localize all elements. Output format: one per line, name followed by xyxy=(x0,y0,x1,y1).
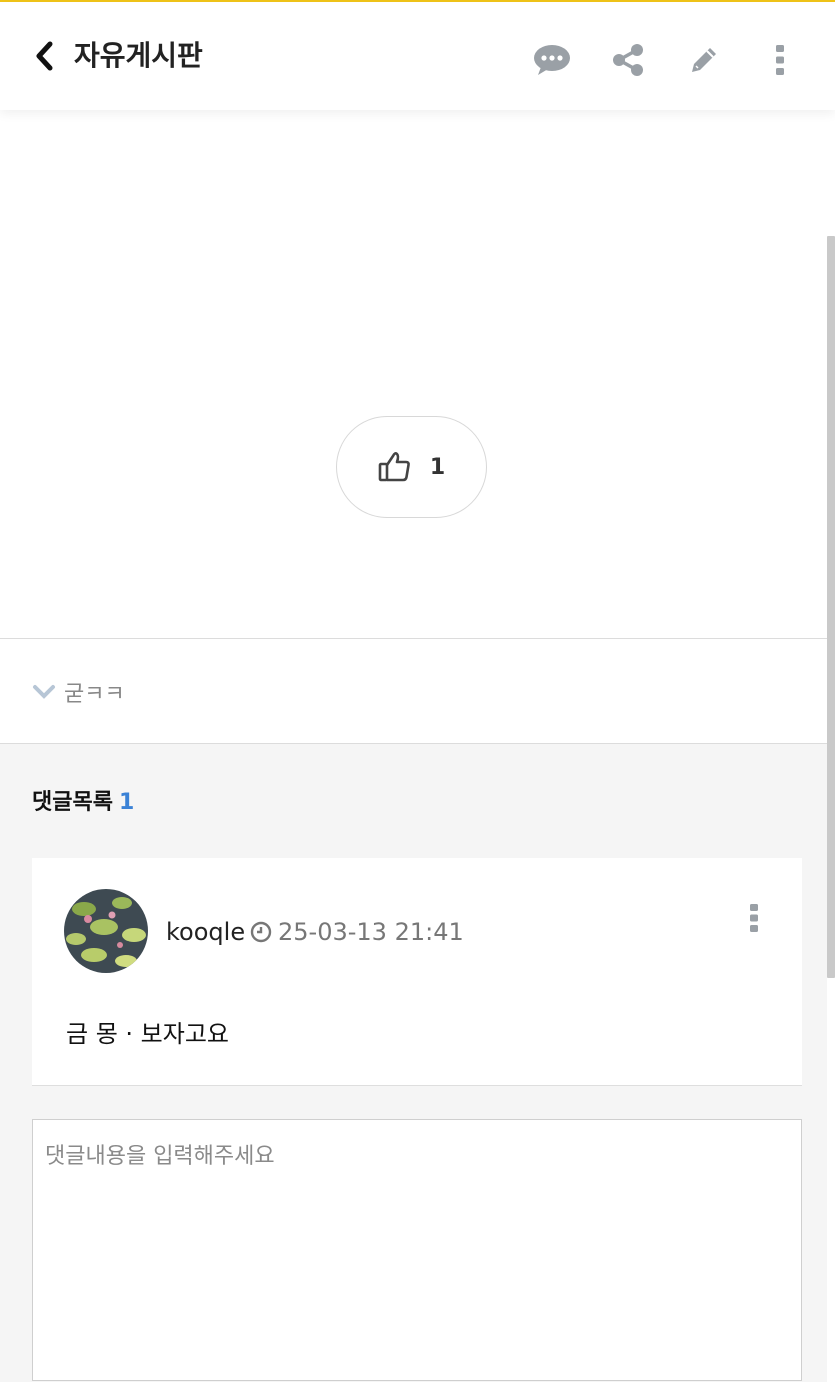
comment-date: 25-03-13 21:41 xyxy=(278,918,464,946)
lily-pond-avatar xyxy=(64,889,148,973)
more-vertical-icon xyxy=(776,45,784,75)
back-chevron-icon xyxy=(36,41,53,71)
avatar[interactable] xyxy=(64,889,148,973)
chevron-down-icon xyxy=(33,685,55,699)
comment-item: kooqle 25-03-13 21:41 금 몽 · 보자고요 xyxy=(32,858,802,1086)
comment-section: 댓글목록 1 kooqle 25-03-13 21:41 금 몽 · 보자고요 … xyxy=(0,743,827,1382)
thumbs-up-icon xyxy=(378,452,410,482)
comment-text: 금 몽 · 보자고요 xyxy=(66,1020,229,1048)
page-title: 자유게시판 xyxy=(74,39,203,72)
back-button[interactable] xyxy=(28,36,60,76)
comment-input[interactable] xyxy=(32,1119,802,1381)
comment-button[interactable] xyxy=(530,38,574,82)
like-count: 1 xyxy=(429,454,446,480)
clock-icon xyxy=(250,921,272,943)
more-menu-button[interactable] xyxy=(758,38,802,82)
pencil-icon xyxy=(692,48,716,72)
comment-author[interactable]: kooqle xyxy=(166,918,245,946)
edit-button[interactable] xyxy=(682,38,726,82)
more-vertical-icon xyxy=(750,904,758,932)
like-button[interactable]: 1 xyxy=(336,416,487,518)
comments-title: 댓글목록 xyxy=(32,790,113,815)
comment-meta: 25-03-13 21:41 xyxy=(250,918,464,946)
page-scrollbar[interactable] xyxy=(827,236,835,978)
comments-count: 1 xyxy=(118,790,135,815)
tag-label: 굳ㅋㅋ xyxy=(64,682,125,707)
comment-bubble-icon xyxy=(534,45,570,75)
share-icon xyxy=(613,44,643,76)
share-button[interactable] xyxy=(606,38,650,82)
tag-toggle[interactable]: 굳ㅋㅋ xyxy=(32,672,125,712)
content-divider xyxy=(0,638,827,639)
comments-heading: 댓글목록 1 xyxy=(32,784,134,816)
app-header: 자유게시판 xyxy=(0,2,835,110)
comment-more-button[interactable] xyxy=(740,898,768,938)
